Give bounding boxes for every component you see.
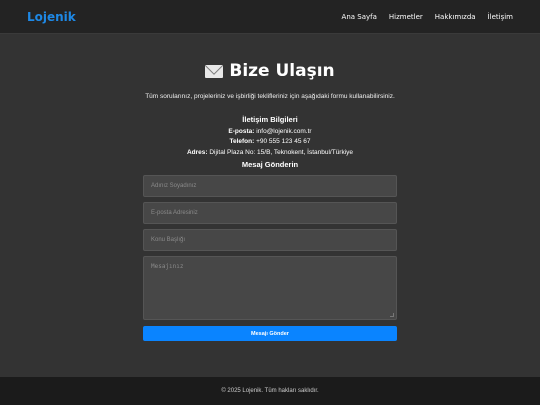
name-placeholder: Adınız Soyadınız bbox=[151, 182, 197, 189]
form-heading: Mesaj Gönderin bbox=[241, 159, 299, 169]
email-value: info@lojenik.com.tr bbox=[256, 127, 312, 135]
site-footer: © 2025 Lojenik. Tüm hakları saklıdır. bbox=[0, 377, 540, 405]
subject-input[interactable]: Konu Başlığı bbox=[143, 229, 397, 252]
contact-info-heading: İletişim Bilgileri bbox=[242, 115, 298, 124]
contact-info: İletişim Bilgileri E-posta: info@lojenik… bbox=[0, 115, 540, 156]
address-value: Dijital Plaza No: 15/B, Teknokent, İstan… bbox=[209, 148, 354, 156]
message-placeholder: Mesajınız bbox=[151, 263, 184, 271]
name-input[interactable]: Adınız Soyadınız bbox=[143, 174, 397, 197]
main-nav: Ana Sayfa Hizmetler Hakkımızda İletişim bbox=[342, 13, 513, 21]
address-label: Adres: bbox=[186, 148, 208, 156]
resize-handle-icon[interactable] bbox=[390, 313, 394, 318]
site-header: Lojenik Ana Sayfa Hizmetler Hakkımızda İ… bbox=[0, 0, 540, 34]
copyright-text: © 2025 Lojenik. Tüm hakları saklıdır. bbox=[221, 388, 319, 394]
nav-link-services[interactable]: Hizmetler bbox=[389, 13, 423, 21]
email-label: E-posta: bbox=[228, 127, 255, 135]
contact-section: Bize Ulaşın Tüm sorularınız, projelerini… bbox=[0, 61, 540, 342]
contact-form: Adınız Soyadınız E-posta Adresiniz Konu … bbox=[143, 174, 397, 342]
contact-email-line: E-posta: info@lojenik.com.tr bbox=[0, 128, 540, 135]
email-placeholder: E-posta Adresiniz bbox=[151, 209, 198, 216]
intro-text: Tüm sorularınız, projeleriniz ve işbirli… bbox=[145, 93, 395, 100]
subject-placeholder: Konu Başlığı bbox=[151, 237, 186, 244]
contact-address-line: Adres: Dijital Plaza No: 15/B, Teknokent… bbox=[0, 149, 540, 156]
page-title-text: Bize Ulaşın bbox=[229, 61, 335, 81]
phone-value: +90 555 123 45 67 bbox=[256, 138, 311, 145]
phone-label: Telefon: bbox=[229, 138, 255, 145]
nav-link-contact[interactable]: İletişim bbox=[488, 13, 513, 21]
submit-button[interactable]: Mesajı Gönder bbox=[143, 326, 397, 342]
envelope-icon bbox=[205, 64, 224, 78]
nav-link-home[interactable]: Ana Sayfa bbox=[342, 13, 377, 21]
contact-phone-line: Telefon: +90 555 123 45 67 bbox=[0, 138, 540, 145]
nav-link-about[interactable]: Hakkımızda bbox=[435, 13, 476, 21]
page-title: Bize Ulaşın bbox=[0, 61, 540, 81]
site-logo[interactable]: Lojenik bbox=[27, 10, 76, 24]
email-input[interactable]: E-posta Adresiniz bbox=[143, 201, 397, 224]
message-textarea[interactable]: Mesajınız bbox=[143, 256, 397, 321]
